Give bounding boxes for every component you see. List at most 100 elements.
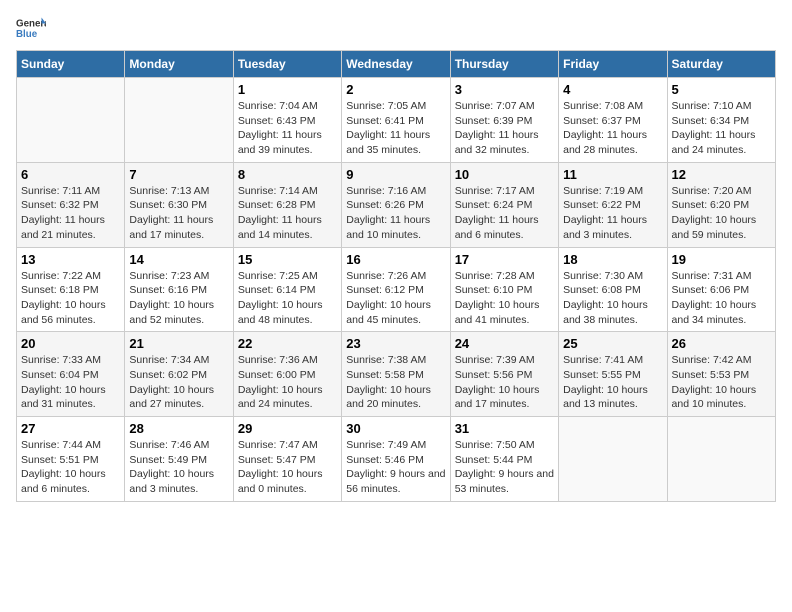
day-number: 30: [346, 421, 445, 436]
calendar-cell: 7 Sunrise: 7:13 AMSunset: 6:30 PMDaylight…: [125, 162, 233, 247]
calendar-cell: 5Sunrise: 7:10 AMSunset: 6:34 PMDaylight…: [667, 78, 775, 163]
calendar-cell: [559, 417, 667, 502]
calendar-cell: 26 Sunrise: 7:42 AMSunset: 5:53 PMDayligh…: [667, 332, 775, 417]
calendar-week-3: 13 Sunrise: 7:22 AMSunset: 6:18 PMDayligh…: [17, 247, 776, 332]
calendar-week-2: 6Sunrise: 7:11 AMSunset: 6:32 PMDaylight…: [17, 162, 776, 247]
calendar-cell: 15 Sunrise: 7:25 AMSunset: 6:14 PMDayligh…: [233, 247, 341, 332]
day-number: 15: [238, 252, 337, 267]
calendar-cell: [125, 78, 233, 163]
logo: General Blue: [16, 16, 46, 40]
day-number: 2: [346, 82, 445, 97]
day-detail: Sunrise: 7:20 AMSunset: 6:20 PMDaylight:…: [672, 184, 771, 243]
day-number: 31: [455, 421, 554, 436]
calendar-cell: 23 Sunrise: 7:38 AMSunset: 5:58 PMDayligh…: [342, 332, 450, 417]
calendar-cell: 12 Sunrise: 7:20 AMSunset: 6:20 PMDayligh…: [667, 162, 775, 247]
column-header-sunday: Sunday: [17, 51, 125, 78]
header: General Blue: [16, 16, 776, 40]
calendar-cell: 6Sunrise: 7:11 AMSunset: 6:32 PMDaylight…: [17, 162, 125, 247]
day-number: 5: [672, 82, 771, 97]
calendar-cell: 25Sunrise: 7:41 AMSunset: 5:55 PMDayligh…: [559, 332, 667, 417]
calendar-cell: 8 Sunrise: 7:14 AMSunset: 6:28 PMDaylight…: [233, 162, 341, 247]
column-header-wednesday: Wednesday: [342, 51, 450, 78]
day-detail: Sunrise: 7:26 AMSunset: 6:12 PMDaylight:…: [346, 269, 445, 328]
day-number: 17: [455, 252, 554, 267]
day-detail: Sunrise: 7:49 AMSunset: 5:46 PMDaylight:…: [346, 438, 445, 497]
day-number: 28: [129, 421, 228, 436]
calendar-week-5: 27Sunrise: 7:44 AMSunset: 5:51 PMDayligh…: [17, 417, 776, 502]
day-number: 20: [21, 336, 120, 351]
day-number: 3: [455, 82, 554, 97]
day-detail: Sunrise: 7:13 AMSunset: 6:30 PMDaylight:…: [129, 184, 228, 243]
calendar-header-row: SundayMondayTuesdayWednesdayThursdayFrid…: [17, 51, 776, 78]
calendar-cell: 18Sunrise: 7:30 AMSunset: 6:08 PMDayligh…: [559, 247, 667, 332]
day-number: 9: [346, 167, 445, 182]
calendar-cell: 2 Sunrise: 7:05 AMSunset: 6:41 PMDaylight…: [342, 78, 450, 163]
calendar-cell: 14 Sunrise: 7:23 AMSunset: 6:16 PMDayligh…: [125, 247, 233, 332]
calendar-cell: 11 Sunrise: 7:19 AMSunset: 6:22 PMDayligh…: [559, 162, 667, 247]
day-detail: Sunrise: 7:05 AMSunset: 6:41 PMDaylight:…: [346, 99, 445, 158]
day-detail: Sunrise: 7:04 AMSunset: 6:43 PMDaylight:…: [238, 99, 337, 158]
day-number: 18: [563, 252, 662, 267]
day-detail: Sunrise: 7:19 AMSunset: 6:22 PMDaylight:…: [563, 184, 662, 243]
calendar-cell: 27Sunrise: 7:44 AMSunset: 5:51 PMDayligh…: [17, 417, 125, 502]
column-header-friday: Friday: [559, 51, 667, 78]
column-header-saturday: Saturday: [667, 51, 775, 78]
calendar-cell: [667, 417, 775, 502]
day-detail: Sunrise: 7:34 AMSunset: 6:02 PMDaylight:…: [129, 353, 228, 412]
day-number: 7: [129, 167, 228, 182]
day-detail: Sunrise: 7:25 AMSunset: 6:14 PMDaylight:…: [238, 269, 337, 328]
day-number: 16: [346, 252, 445, 267]
calendar-cell: 19Sunrise: 7:31 AMSunset: 6:06 PMDayligh…: [667, 247, 775, 332]
calendar-cell: 24 Sunrise: 7:39 AMSunset: 5:56 PMDayligh…: [450, 332, 558, 417]
day-number: 26: [672, 336, 771, 351]
calendar-cell: 29 Sunrise: 7:47 AMSunset: 5:47 PMDayligh…: [233, 417, 341, 502]
day-detail: Sunrise: 7:16 AMSunset: 6:26 PMDaylight:…: [346, 184, 445, 243]
day-number: 13: [21, 252, 120, 267]
day-detail: Sunrise: 7:31 AMSunset: 6:06 PMDaylight:…: [672, 269, 771, 328]
day-number: 29: [238, 421, 337, 436]
day-number: 12: [672, 167, 771, 182]
calendar-cell: 20 Sunrise: 7:33 AMSunset: 6:04 PMDayligh…: [17, 332, 125, 417]
day-number: 1: [238, 82, 337, 97]
day-detail: Sunrise: 7:33 AMSunset: 6:04 PMDaylight:…: [21, 353, 120, 412]
column-header-thursday: Thursday: [450, 51, 558, 78]
day-detail: Sunrise: 7:39 AMSunset: 5:56 PMDaylight:…: [455, 353, 554, 412]
calendar-cell: 4 Sunrise: 7:08 AMSunset: 6:37 PMDaylight…: [559, 78, 667, 163]
day-detail: Sunrise: 7:50 AMSunset: 5:44 PMDaylight:…: [455, 438, 554, 497]
day-detail: Sunrise: 7:23 AMSunset: 6:16 PMDaylight:…: [129, 269, 228, 328]
calendar-cell: 16 Sunrise: 7:26 AMSunset: 6:12 PMDayligh…: [342, 247, 450, 332]
calendar-week-4: 20 Sunrise: 7:33 AMSunset: 6:04 PMDayligh…: [17, 332, 776, 417]
day-detail: Sunrise: 7:46 AMSunset: 5:49 PMDaylight:…: [129, 438, 228, 497]
day-detail: Sunrise: 7:36 AMSunset: 6:00 PMDaylight:…: [238, 353, 337, 412]
day-number: 11: [563, 167, 662, 182]
day-detail: Sunrise: 7:41 AMSunset: 5:55 PMDaylight:…: [563, 353, 662, 412]
day-number: 23: [346, 336, 445, 351]
calendar-cell: 9 Sunrise: 7:16 AMSunset: 6:26 PMDaylight…: [342, 162, 450, 247]
calendar-body: 1 Sunrise: 7:04 AMSunset: 6:43 PMDaylight…: [17, 78, 776, 502]
day-detail: Sunrise: 7:47 AMSunset: 5:47 PMDaylight:…: [238, 438, 337, 497]
day-number: 4: [563, 82, 662, 97]
day-number: 21: [129, 336, 228, 351]
day-detail: Sunrise: 7:22 AMSunset: 6:18 PMDaylight:…: [21, 269, 120, 328]
calendar-cell: [17, 78, 125, 163]
svg-text:Blue: Blue: [16, 29, 38, 40]
generalblue-icon: General Blue: [16, 16, 46, 40]
day-number: 22: [238, 336, 337, 351]
column-header-monday: Monday: [125, 51, 233, 78]
day-number: 8: [238, 167, 337, 182]
day-number: 14: [129, 252, 228, 267]
day-detail: Sunrise: 7:14 AMSunset: 6:28 PMDaylight:…: [238, 184, 337, 243]
day-detail: Sunrise: 7:38 AMSunset: 5:58 PMDaylight:…: [346, 353, 445, 412]
day-detail: Sunrise: 7:11 AMSunset: 6:32 PMDaylight:…: [21, 184, 120, 243]
day-detail: Sunrise: 7:44 AMSunset: 5:51 PMDaylight:…: [21, 438, 120, 497]
day-detail: Sunrise: 7:08 AMSunset: 6:37 PMDaylight:…: [563, 99, 662, 158]
calendar-table: SundayMondayTuesdayWednesdayThursdayFrid…: [16, 50, 776, 502]
day-detail: Sunrise: 7:07 AMSunset: 6:39 PMDaylight:…: [455, 99, 554, 158]
calendar-cell: 17Sunrise: 7:28 AMSunset: 6:10 PMDayligh…: [450, 247, 558, 332]
calendar-week-1: 1 Sunrise: 7:04 AMSunset: 6:43 PMDaylight…: [17, 78, 776, 163]
calendar-cell: 3 Sunrise: 7:07 AMSunset: 6:39 PMDaylight…: [450, 78, 558, 163]
column-header-tuesday: Tuesday: [233, 51, 341, 78]
calendar-cell: 21 Sunrise: 7:34 AMSunset: 6:02 PMDayligh…: [125, 332, 233, 417]
day-detail: Sunrise: 7:42 AMSunset: 5:53 PMDaylight:…: [672, 353, 771, 412]
day-number: 24: [455, 336, 554, 351]
